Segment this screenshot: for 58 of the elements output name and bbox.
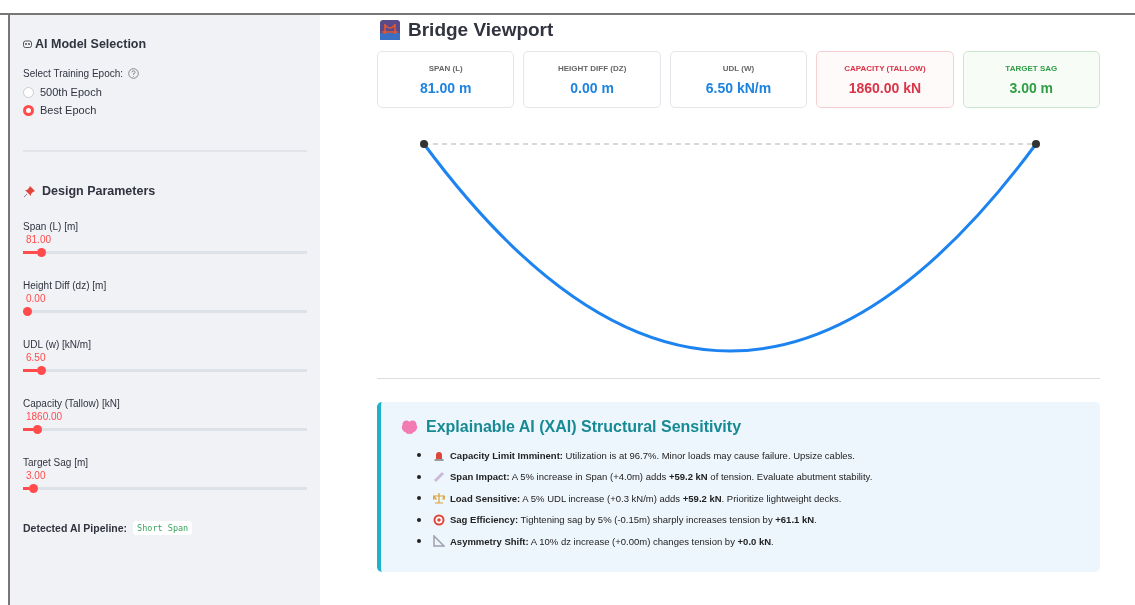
- pipeline-label: Detected AI Pipeline:: [23, 522, 128, 534]
- metric-value: 3.00 m: [1009, 79, 1054, 96]
- insight-text: Span Impact: A 5% increase in Span (+4.0m) adds +59.2 kN of tension. Evaluate abutment stability.: [450, 471, 873, 482]
- support-point: [420, 140, 428, 148]
- metric-value: 0.00 m: [570, 79, 614, 96]
- radio-label[interactable]: Best Epoch: [40, 104, 97, 116]
- slider-track[interactable]: [23, 307, 307, 316]
- field-label: Select Training Epoch:: [23, 68, 124, 79]
- brain-icon: [401, 419, 418, 435]
- panel-title: Explainable AI (XAI) Structural Sensitivity: [426, 418, 742, 436]
- slider-label: Capacity (Tallow) [kN]: [23, 398, 121, 409]
- slider-label: Height Diff (dz) [m]: [23, 280, 108, 291]
- slider-value: 1860.00: [26, 411, 63, 422]
- slider-value: 6.50: [26, 352, 46, 363]
- support-point: [1032, 140, 1040, 148]
- insight-text: Asymmetry Shift: A 10% dz increase (+0.00m) changes tension by +0.0 kN.: [450, 535, 774, 547]
- slider-value: 3.00: [26, 470, 46, 481]
- radio-button[interactable]: [23, 86, 34, 98]
- metric-value: 6.50 kN/m: [705, 79, 772, 96]
- section-title: AI Model Selection: [35, 37, 147, 51]
- slider-label: Span (L) [m]: [23, 221, 80, 232]
- metric-value: 81.00 m: [420, 79, 472, 96]
- metric-label: HEIGHT DIFF (DZ): [557, 63, 627, 73]
- pushpin-icon: [23, 184, 36, 198]
- bullet-dot: [417, 474, 421, 479]
- radio-button[interactable]: [23, 104, 34, 116]
- insight-text: Sag Efficiency: Tightening sag by 5% (-0.15m) sharply increases tension by +61.1 kN.: [450, 514, 817, 525]
- slider-thumb[interactable]: [36, 366, 46, 375]
- metric-label: TARGET SAG: [1005, 63, 1058, 73]
- balance-scale-icon: [433, 492, 445, 504]
- metric-label: UDL (W): [722, 63, 755, 73]
- section-title: Design Parameters: [42, 184, 156, 198]
- insight-text: Load Sensitive: A 5% UDL increase (+0.3 kN/m) adds +59.2 kN. Prioritize lightweight decks.: [450, 492, 842, 504]
- bullet-dot: [417, 539, 421, 543]
- slider-thumb[interactable]: [36, 248, 46, 257]
- slider-thumb[interactable]: [32, 425, 42, 434]
- slider-label: Target Sag [m]: [23, 457, 90, 468]
- page-title: Bridge Viewport: [408, 19, 554, 41]
- ruler-icon: [433, 470, 445, 483]
- bullet-dot: [417, 496, 421, 500]
- slider-thumb[interactable]: [23, 307, 32, 316]
- metric-label: CAPACITY (TALLOW): [844, 63, 926, 73]
- metric-label: SPAN (L): [428, 63, 463, 73]
- slider-label: UDL (w) [kN/m]: [23, 339, 92, 350]
- metric-value: 1860.00 kN: [848, 79, 922, 96]
- slider-value: 0.00: [26, 293, 46, 304]
- pipeline-value: Short Span: [133, 521, 193, 535]
- slider-value: 81.00: [26, 234, 52, 245]
- bullet-dot: [417, 453, 421, 457]
- bridge-icon: [380, 20, 400, 40]
- target-icon: [433, 513, 445, 526]
- insight-text: Capacity Limit Imminent: Utilization is at 96.7%. Minor loads may cause failure. Upsize cables.: [450, 449, 855, 461]
- radio-label[interactable]: 500th Epoch: [40, 86, 102, 98]
- bullet-dot: [417, 517, 421, 522]
- alarm-light-icon: [433, 449, 445, 461]
- help-icon[interactable]: [128, 68, 140, 79]
- robot-icon: [23, 40, 32, 48]
- slider-thumb[interactable]: [28, 484, 38, 493]
